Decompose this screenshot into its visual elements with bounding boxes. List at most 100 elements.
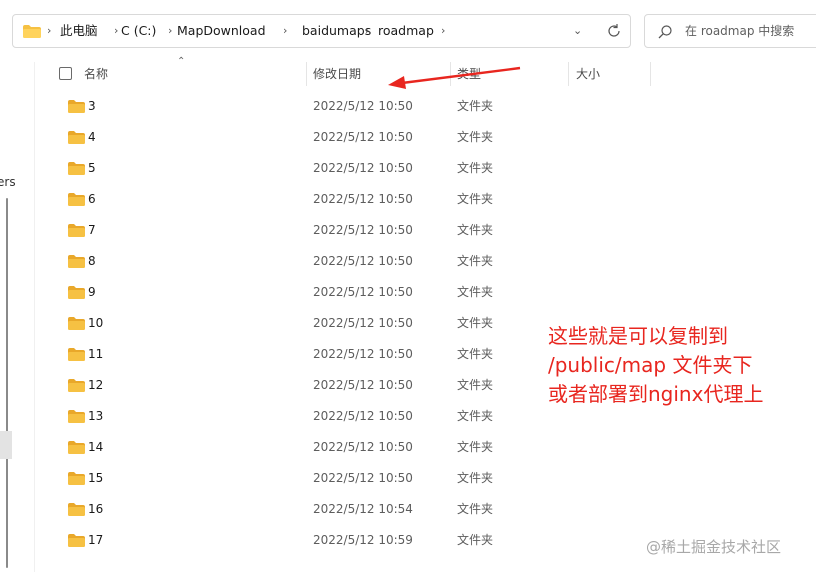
annotation-text: 这些就是可以复制到 /public/map 文件夹下 或者部署到nginx代理上 — [548, 322, 816, 409]
column-name[interactable]: 名称 — [84, 60, 108, 88]
file-row[interactable]: 4 2022/5/12 10:50 文件夹 — [35, 122, 816, 153]
chevron-down-icon[interactable]: ⌄ — [573, 15, 582, 47]
file-name[interactable]: 9 — [88, 277, 96, 308]
file-name[interactable]: 10 — [88, 308, 103, 339]
file-date: 2022/5/12 10:50 — [313, 440, 413, 454]
address-bar[interactable]: › 此电脑 › C (C:) › MapDownload › baidumaps… — [12, 14, 631, 48]
file-type: 文件夹 — [457, 192, 494, 206]
file-row[interactable]: 9 2022/5/12 10:50 文件夹 — [35, 277, 816, 308]
folder-icon — [68, 100, 85, 113]
folder-icon — [68, 131, 85, 144]
select-all-checkbox[interactable] — [59, 67, 72, 80]
column-date[interactable]: 修改日期 — [313, 60, 361, 88]
file-name[interactable]: 15 — [88, 463, 103, 494]
file-date: 2022/5/12 10:50 — [313, 161, 413, 175]
nav-scrollbar[interactable] — [6, 198, 8, 568]
breadcrumb-mapdownload[interactable]: MapDownload — [177, 15, 266, 47]
file-type: 文件夹 — [457, 316, 494, 330]
file-date: 2022/5/12 10:50 — [313, 285, 413, 299]
file-date: 2022/5/12 10:50 — [313, 316, 413, 330]
chevron-right-icon[interactable]: › — [114, 15, 118, 47]
chevron-right-icon[interactable]: › — [283, 15, 287, 47]
file-name[interactable]: 12 — [88, 370, 103, 401]
file-type: 文件夹 — [457, 254, 494, 268]
file-name[interactable]: 8 — [88, 246, 96, 277]
file-row[interactable]: 6 2022/5/12 10:50 文件夹 — [35, 184, 816, 215]
folder-icon — [68, 286, 85, 299]
folder-icon — [68, 224, 85, 237]
file-date: 2022/5/12 10:54 — [313, 502, 413, 516]
file-type: 文件夹 — [457, 161, 494, 175]
file-type: 文件夹 — [457, 347, 494, 361]
file-name[interactable]: 13 — [88, 401, 103, 432]
column-divider[interactable] — [650, 62, 651, 86]
annotation-arrow — [388, 66, 521, 89]
file-name[interactable]: 14 — [88, 432, 103, 463]
column-size[interactable]: 大小 — [576, 60, 600, 88]
file-type: 文件夹 — [457, 409, 494, 423]
file-date: 2022/5/12 10:50 — [313, 130, 413, 144]
refresh-icon[interactable] — [605, 22, 623, 40]
breadcrumb-c-drive[interactable]: C (C:) — [121, 15, 156, 47]
sort-up-icon: ⌃ — [177, 56, 186, 67]
search-box[interactable]: 在 roadmap 中搜索 — [644, 14, 816, 48]
breadcrumb-this-pc[interactable]: 此电脑 — [60, 15, 98, 47]
search-icon — [658, 25, 672, 39]
column-divider[interactable] — [306, 62, 307, 86]
address-toolbar: › 此电脑 › C (C:) › MapDownload › baidumaps… — [0, 0, 816, 62]
file-date: 2022/5/12 10:50 — [313, 471, 413, 485]
chevron-right-icon[interactable]: › — [365, 15, 369, 47]
file-type: 文件夹 — [457, 285, 494, 299]
file-date: 2022/5/12 10:50 — [313, 223, 413, 237]
folder-icon — [68, 534, 85, 547]
file-date: 2022/5/12 10:50 — [313, 409, 413, 423]
folder-icon — [23, 25, 41, 38]
annotation-line: 或者部署到nginx代理上 — [548, 382, 764, 406]
chevron-right-icon[interactable]: › — [441, 15, 445, 47]
file-row[interactable]: 16 2022/5/12 10:54 文件夹 — [35, 494, 816, 525]
folder-icon — [68, 162, 85, 175]
file-row[interactable]: 8 2022/5/12 10:50 文件夹 — [35, 246, 816, 277]
annotation-line: 这些就是可以复制到 — [548, 324, 728, 348]
folder-icon — [68, 193, 85, 206]
file-type: 文件夹 — [457, 533, 494, 547]
annotation-line: /public/map 文件夹下 — [548, 353, 753, 377]
folder-icon — [68, 255, 85, 268]
file-name[interactable]: 6 — [88, 184, 96, 215]
file-name[interactable]: 3 — [88, 91, 96, 122]
file-name[interactable]: 7 — [88, 215, 96, 246]
file-name[interactable]: 4 — [88, 122, 96, 153]
file-type: 文件夹 — [457, 378, 494, 392]
file-type: 文件夹 — [457, 502, 494, 516]
folder-icon — [68, 348, 85, 361]
file-row[interactable]: 5 2022/5/12 10:50 文件夹 — [35, 153, 816, 184]
file-row[interactable]: 14 2022/5/12 10:50 文件夹 — [35, 432, 816, 463]
file-name[interactable]: 11 — [88, 339, 103, 370]
folder-icon — [68, 472, 85, 485]
folder-icon — [68, 317, 85, 330]
nav-selected-item[interactable] — [0, 431, 12, 459]
file-date: 2022/5/12 10:50 — [313, 192, 413, 206]
file-type: 文件夹 — [457, 223, 494, 237]
folder-icon — [68, 503, 85, 516]
file-type: 文件夹 — [457, 130, 494, 144]
folder-icon — [68, 410, 85, 423]
breadcrumb-roadmap[interactable]: roadmap — [378, 15, 434, 47]
nav-item-label[interactable]: ers — [0, 175, 16, 189]
chevron-right-icon[interactable]: › — [168, 15, 172, 47]
file-date: 2022/5/12 10:50 — [313, 254, 413, 268]
file-type: 文件夹 — [457, 471, 494, 485]
file-name[interactable]: 16 — [88, 494, 103, 525]
file-name[interactable]: 5 — [88, 153, 96, 184]
file-name[interactable]: 17 — [88, 525, 103, 556]
folder-icon — [68, 441, 85, 454]
search-input[interactable]: 在 roadmap 中搜索 — [685, 15, 794, 47]
navigation-pane: ers — [0, 62, 16, 572]
folder-icon — [68, 379, 85, 392]
file-row[interactable]: 7 2022/5/12 10:50 文件夹 — [35, 215, 816, 246]
file-row[interactable]: 15 2022/5/12 10:50 文件夹 — [35, 463, 816, 494]
file-date: 2022/5/12 10:50 — [313, 378, 413, 392]
column-divider[interactable] — [568, 62, 569, 86]
chevron-right-icon[interactable]: › — [47, 15, 51, 47]
breadcrumb-baidumaps[interactable]: baidumaps — [302, 15, 371, 47]
